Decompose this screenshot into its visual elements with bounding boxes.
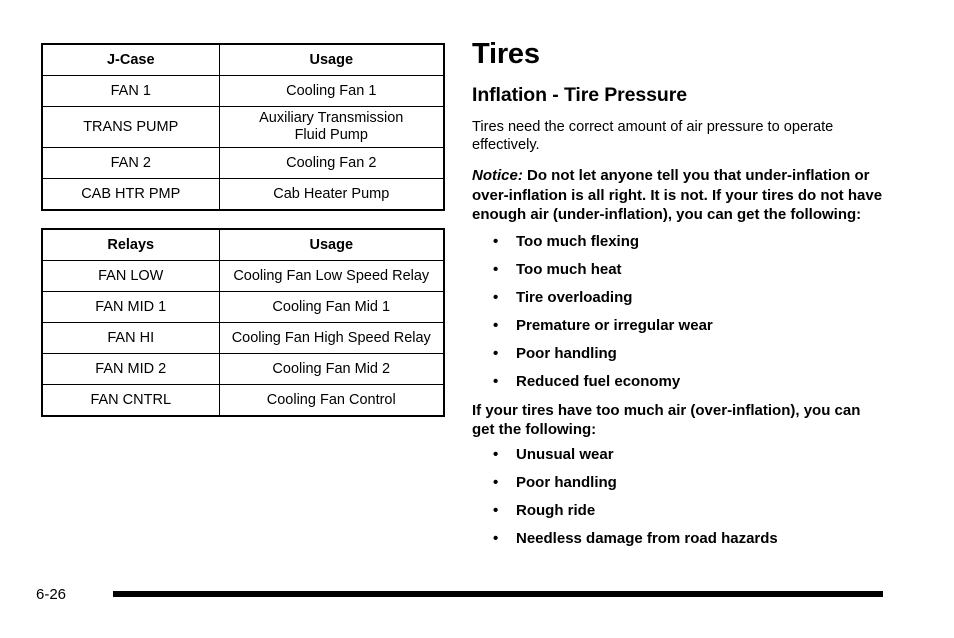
relays-table: Relays Usage FAN LOW Cooling Fan Low Spe… bbox=[41, 228, 445, 417]
footer-rule bbox=[113, 591, 883, 597]
bullet-icon: • bbox=[493, 473, 499, 491]
list-item: • Poor handling bbox=[472, 474, 884, 492]
table-header-row: Relays Usage bbox=[41, 228, 445, 261]
table-row: FAN MID 1 Cooling Fan Mid 1 bbox=[41, 291, 445, 323]
cell-usage: Cooling Fan High Speed Relay bbox=[218, 322, 445, 354]
cell-component: FAN HI bbox=[41, 322, 220, 354]
list-item: • Rough ride bbox=[472, 502, 884, 520]
cell-usage: Cooling Fan Mid 2 bbox=[218, 353, 445, 385]
intro-paragraph: Tires need the correct amount of air pre… bbox=[472, 119, 834, 153]
article-column: Tires Inflation - Tire Pressure Tires ne… bbox=[472, 38, 884, 558]
list-item: • Premature or irregular wear bbox=[472, 317, 884, 335]
list-item-label: Too much heat bbox=[516, 260, 622, 278]
column-header-relays: Relays bbox=[41, 228, 220, 261]
over-inflation-lead: If your tires have too much air (over-in… bbox=[472, 401, 861, 439]
column-header-usage: Usage bbox=[218, 43, 445, 76]
list-item-label: Needless damage from road hazards bbox=[516, 529, 778, 547]
cell-usage: Cooling Fan Control bbox=[218, 384, 445, 417]
notice-text: Do not let anyone tell you that under-in… bbox=[472, 167, 883, 224]
cell-component: FAN 2 bbox=[41, 147, 220, 179]
under-inflation-list: • Too much flexing • Too much heat • Tire o… bbox=[472, 233, 884, 391]
list-item: • Reduced fuel economy bbox=[472, 373, 884, 391]
list-item: • Needless damage from road hazards bbox=[472, 530, 884, 548]
list-item: • Poor handling bbox=[472, 345, 884, 363]
over-inflation-list: • Unusual wear • Poor handling • Rough ride… bbox=[472, 446, 884, 548]
table-row: CAB HTR PMP Cab Heater Pump bbox=[41, 178, 445, 211]
list-item-label: Reduced fuel economy bbox=[516, 372, 681, 390]
cell-usage: Cooling Fan Mid 1 bbox=[218, 291, 445, 323]
cell-component: FAN CNTRL bbox=[41, 384, 220, 417]
tables-column: J-Case Usage FAN 1 Cooling Fan 1 TRANS P… bbox=[41, 43, 445, 417]
cell-component: FAN MID 2 bbox=[41, 353, 220, 385]
list-item: • Too much flexing bbox=[472, 233, 884, 251]
list-item-label: Poor handling bbox=[516, 473, 617, 491]
list-item: • Unusual wear bbox=[472, 446, 884, 464]
table-row: FAN MID 2 Cooling Fan Mid 2 bbox=[41, 353, 445, 385]
table-row: FAN 1 Cooling Fan 1 bbox=[41, 75, 445, 107]
list-item-label: Unusual wear bbox=[516, 445, 614, 463]
list-item: • Too much heat bbox=[472, 261, 884, 279]
bullet-icon: • bbox=[493, 344, 499, 362]
bullet-icon: • bbox=[493, 445, 499, 463]
cell-usage: Auxiliary Transmission Fluid Pump bbox=[218, 106, 445, 148]
bullet-icon: • bbox=[493, 260, 499, 278]
table-row: FAN 2 Cooling Fan 2 bbox=[41, 147, 445, 179]
list-item-label: Tire overloading bbox=[516, 288, 633, 306]
table-row: TRANS PUMP Auxiliary Transmission Fluid P… bbox=[41, 106, 445, 148]
cell-component: TRANS PUMP bbox=[41, 106, 220, 148]
page-title: Tires bbox=[472, 38, 540, 70]
bullet-icon: • bbox=[493, 501, 499, 519]
page-number: 6-26 bbox=[36, 586, 67, 603]
cell-usage: Cab Heater Pump bbox=[218, 178, 445, 211]
bullet-icon: • bbox=[493, 288, 499, 306]
bullet-icon: • bbox=[493, 372, 499, 390]
column-header-usage: Usage bbox=[218, 228, 445, 261]
table-header-row: J-Case Usage bbox=[41, 43, 445, 76]
cell-usage: Cooling Fan Low Speed Relay bbox=[218, 260, 445, 292]
list-item: • Tire overloading bbox=[472, 289, 884, 307]
cell-usage: Cooling Fan 1 bbox=[218, 75, 445, 107]
list-item-label: Too much flexing bbox=[516, 232, 640, 250]
page-footer: 6-26 bbox=[0, 586, 954, 616]
cell-component: FAN LOW bbox=[41, 260, 220, 292]
table-row: FAN HI Cooling Fan High Speed Relay bbox=[41, 322, 445, 354]
table-spacer bbox=[41, 211, 443, 228]
bullet-icon: • bbox=[493, 316, 499, 334]
list-item-label: Rough ride bbox=[516, 501, 596, 519]
bullet-icon: • bbox=[493, 529, 499, 547]
notice-paragraph: Notice: Do not let anyone tell you that … bbox=[472, 166, 884, 225]
cell-component: FAN MID 1 bbox=[41, 291, 220, 323]
cell-usage: Cooling Fan 2 bbox=[218, 147, 445, 179]
column-header-j-case: J-Case bbox=[41, 43, 220, 76]
cell-component: CAB HTR PMP bbox=[41, 178, 220, 211]
list-item-label: Premature or irregular wear bbox=[516, 316, 713, 334]
table-row: FAN LOW Cooling Fan Low Speed Relay bbox=[41, 260, 445, 292]
j-case-fuse-table: J-Case Usage FAN 1 Cooling Fan 1 TRANS P… bbox=[41, 43, 445, 211]
section-heading: Inflation - Tire Pressure bbox=[472, 84, 687, 106]
bullet-icon: • bbox=[493, 232, 499, 250]
document-page: J-Case Usage FAN 1 Cooling Fan 1 TRANS P… bbox=[0, 0, 954, 638]
notice-label: Notice: bbox=[472, 167, 523, 184]
list-item-label: Poor handling bbox=[516, 344, 617, 362]
table-row: FAN CNTRL Cooling Fan Control bbox=[41, 384, 445, 417]
cell-component: FAN 1 bbox=[41, 75, 220, 107]
